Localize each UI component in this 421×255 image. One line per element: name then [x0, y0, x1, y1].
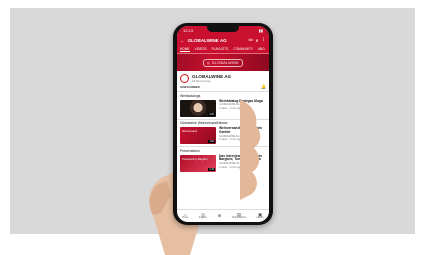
nav-create[interactable]: ⊕: [217, 212, 222, 219]
channel-banner: ◎ GLOBALWINE: [177, 54, 269, 71]
search-icon[interactable]: ⌕: [256, 38, 259, 43]
thumbnail-text: Presented by Bargioni: [182, 157, 208, 161]
channel-header: GLOBALWINE AG 24 Abonnenten: [177, 71, 269, 84]
cast-icon[interactable]: ▭: [248, 37, 252, 43]
video-duration: 1:02: [208, 140, 215, 143]
nav-home-label: Home: [182, 217, 189, 220]
banner-logo: ◎ GLOBALWINE: [202, 58, 244, 67]
subscribe-row: SUBSCRIBED 🔔: [177, 84, 269, 91]
back-arrow-icon[interactable]: ←: [180, 38, 185, 43]
channel-title: GLOBALWINE AG: [187, 37, 227, 43]
nav-explore-label: Explore: [199, 217, 207, 220]
status-time: 12:13: [183, 28, 194, 33]
notch: [207, 26, 239, 32]
video-thumbnail[interactable]: Weinversand 1:02: [180, 127, 216, 144]
tab-bar: HOME VIDEOS PLAYLISTS COMMUNITY ABO: [177, 45, 269, 54]
nav-home[interactable]: ⌂ Home: [182, 212, 189, 220]
add-icon: ⊕: [217, 212, 222, 218]
more-icon[interactable]: ⋮: [261, 37, 266, 43]
app-bar: ← GLOBALWINE AG ▭ ⌕ ⋮: [177, 35, 269, 45]
thumbnail-text: Weinversand: [182, 130, 198, 133]
section-title: Weinkatalogs: [177, 91, 269, 99]
video-duration: 2:10: [208, 167, 215, 171]
video-thumbnail[interactable]: Presented by Bargioni 2:10: [180, 154, 216, 172]
video-thumbnail[interactable]: 3:20: [180, 99, 216, 117]
photo-scene: 12:13 ▮▮ ← GLOBALWINE AG ▭ ⌕ ⋮ HOME VIDE…: [0, 0, 421, 255]
video-duration: 3:20: [208, 112, 215, 116]
subscriber-count: 24 Abonnenten: [192, 79, 211, 83]
subscribe-button[interactable]: SUBSCRIBED: [180, 85, 200, 89]
nav-explore[interactable]: ◎ Explore: [199, 212, 207, 220]
battery-icon: ▮▮: [258, 28, 263, 33]
channel-avatar[interactable]: [180, 74, 189, 83]
tab-abo[interactable]: ABO: [258, 47, 265, 51]
tab-community[interactable]: COMMUNITY: [233, 47, 253, 51]
fingers: [240, 100, 261, 200]
tab-playlists[interactable]: PLAYLISTS: [212, 47, 229, 51]
tab-home[interactable]: HOME: [180, 47, 190, 52]
tab-videos[interactable]: VIDEOS: [195, 47, 207, 51]
bell-icon[interactable]: 🔔: [261, 84, 266, 89]
